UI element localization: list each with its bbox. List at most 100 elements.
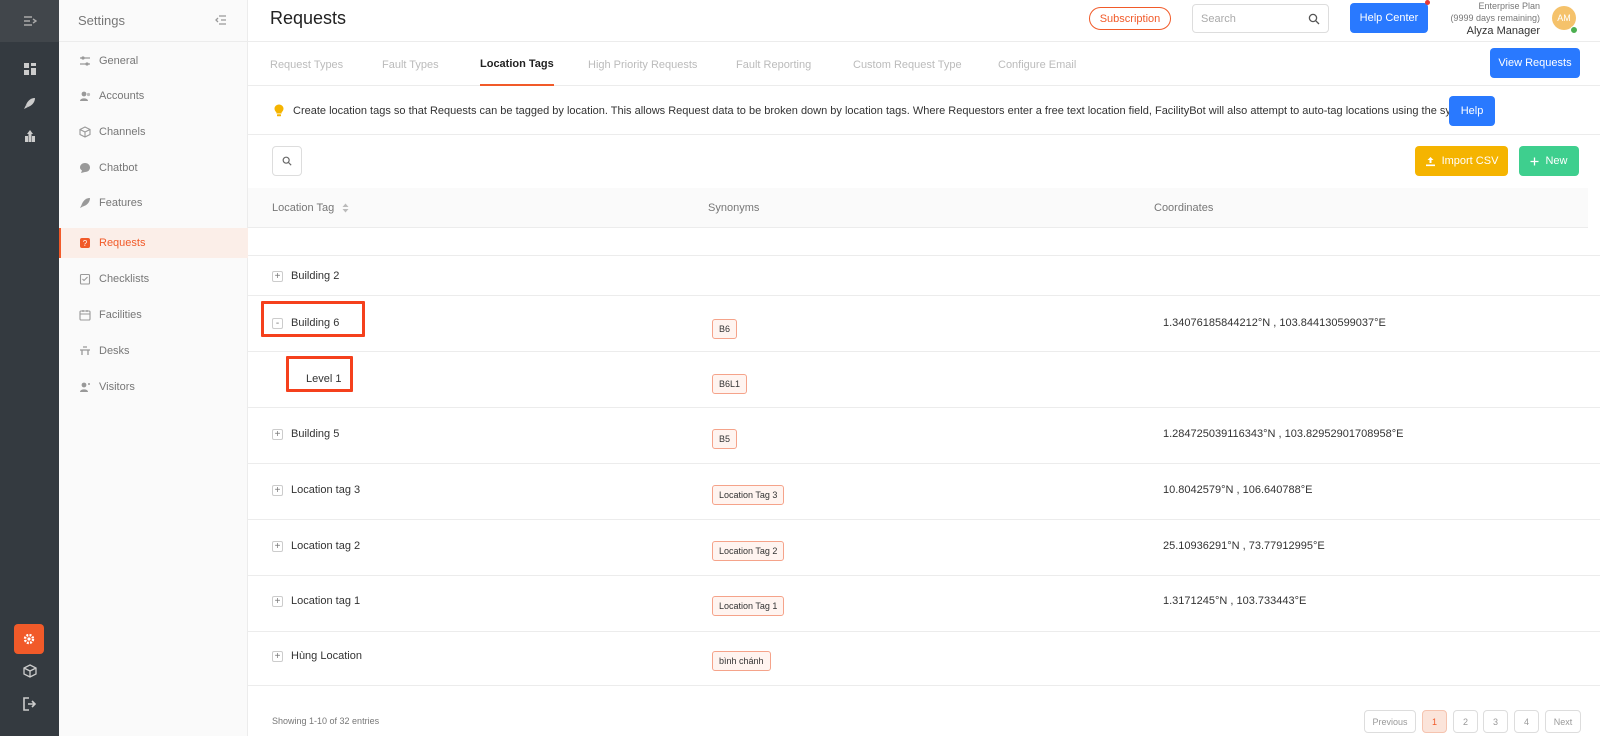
new-location-tag-button[interactable]: New: [1519, 146, 1579, 176]
sidebar-item-visitors[interactable]: Visitors: [59, 372, 248, 402]
search-icon: [282, 156, 292, 166]
sidebar-header: Settings: [59, 0, 247, 42]
location-tag-name: Location tag 1: [291, 595, 361, 607]
logout-icon: [22, 697, 36, 711]
tab-custom-request-type[interactable]: Custom Request Type: [853, 43, 962, 86]
upload-icon: [1425, 156, 1435, 166]
table-search-button[interactable]: [272, 146, 302, 176]
online-status-dot: [1570, 26, 1578, 34]
sidebar-item-chatbot[interactable]: Chatbot: [59, 153, 248, 183]
app-rail: [0, 0, 59, 736]
top-header: Requests Subscription Help Center Enterp…: [248, 0, 1600, 42]
help-button[interactable]: Help: [1449, 96, 1495, 126]
table-row[interactable]: + Hùng Location bình chánh: [248, 633, 1600, 686]
entries-count: Showing 1-10 of 32 entries: [272, 716, 380, 726]
synonym-tag: Location Tag 3: [712, 485, 785, 505]
rail-logout[interactable]: [0, 689, 59, 719]
sidebar-title: Settings: [78, 13, 125, 28]
tab-request-types[interactable]: Request Types: [270, 43, 343, 86]
view-requests-button[interactable]: View Requests: [1490, 48, 1580, 78]
import-csv-button[interactable]: Import CSV: [1415, 146, 1508, 176]
rail-settings[interactable]: [14, 624, 44, 654]
info-text: Create location tags so that Requests ca…: [293, 104, 1493, 117]
tab-high-priority-requests[interactable]: High Priority Requests: [588, 43, 697, 86]
new-label: New: [1545, 155, 1568, 167]
rail-dashboard[interactable]: [0, 54, 59, 84]
synonym-tag: B5: [712, 429, 738, 449]
sidebar-item-accounts[interactable]: Accounts: [59, 81, 248, 111]
settings-sidebar: Settings General Accounts Channels Chatb…: [59, 0, 248, 736]
highlight-box-building-6: [261, 301, 365, 337]
table-row[interactable]: + Location tag 2 Location Tag 2 25.10936…: [248, 521, 1600, 576]
sidebar-item-facilities[interactable]: Facilities: [59, 300, 248, 330]
highlight-box-level-1: [286, 356, 353, 392]
tab-configure-email[interactable]: Configure Email: [998, 43, 1076, 86]
table-row[interactable]: + Location tag 1 Location Tag 1 1.317124…: [248, 577, 1600, 632]
rail-packages[interactable]: [0, 656, 59, 686]
search-input[interactable]: [1201, 12, 1301, 25]
expand-row-icon[interactable]: +: [272, 270, 283, 282]
subscription-button[interactable]: Subscription: [1089, 7, 1171, 30]
expand-row-icon[interactable]: +: [272, 484, 283, 496]
synonym-tag: Location Tag 2: [712, 541, 785, 561]
pagination-page-1[interactable]: 1: [1422, 710, 1447, 733]
expand-row-icon[interactable]: +: [272, 428, 283, 440]
sort-icon[interactable]: [342, 203, 349, 213]
page-title: Requests: [270, 8, 347, 28]
lightbulb-icon: [274, 104, 286, 118]
coordinates-value: 1.34076185844212°N , 103.844130599037°E: [1163, 317, 1386, 329]
search-icon: [1308, 13, 1320, 24]
sidebar-item-general[interactable]: General: [59, 46, 248, 76]
request-icon: ?: [78, 237, 91, 250]
table-row[interactable]: + Location tag 3 Location Tag 3 10.80425…: [248, 465, 1600, 520]
table-row[interactable]: + Building 2: [248, 257, 1600, 296]
sidebar-item-features[interactable]: Features: [59, 188, 248, 218]
location-tag-name: Hùng Location: [291, 650, 362, 662]
synonym-tag: Location Tag 1: [712, 596, 785, 616]
expand-row-icon[interactable]: +: [272, 650, 283, 662]
location-tag-cell: + Location tag 3: [272, 484, 360, 496]
pagination-page-4[interactable]: 4: [1514, 710, 1539, 733]
pagination-page-2[interactable]: 2: [1453, 710, 1478, 733]
expand-row-icon[interactable]: +: [272, 540, 283, 552]
location-tag-name: Building 5: [291, 428, 340, 440]
table-spacer: [248, 229, 1600, 256]
sidebar-item-label: Visitors: [99, 381, 135, 393]
import-csv-label: Import CSV: [1441, 155, 1499, 167]
location-tag-cell: + Building 2: [272, 270, 339, 282]
dashboard-icon: [23, 63, 36, 75]
sidebar-item-channels[interactable]: Channels: [59, 117, 248, 147]
rocket-icon: [23, 98, 35, 109]
help-center-button[interactable]: Help Center: [1350, 3, 1428, 33]
cube-icon: [78, 126, 91, 139]
sidebar-item-checklists[interactable]: Checklists: [59, 264, 248, 294]
user-name[interactable]: Alyza Manager: [1440, 25, 1540, 37]
header-search[interactable]: [1192, 4, 1329, 33]
pagination-page-3[interactable]: 3: [1483, 710, 1508, 733]
rail-analytics[interactable]: [0, 121, 59, 151]
pagination-previous[interactable]: Previous: [1364, 710, 1416, 733]
table-row[interactable]: - Building 6 B6 1.34076185844212°N , 103…: [248, 297, 1600, 352]
expand-rail-button[interactable]: [0, 0, 59, 42]
location-tag-cell: + Building 5: [272, 428, 339, 440]
info-banner: Create location tags so that Requests ca…: [248, 87, 1600, 135]
collapse-sidebar-icon[interactable]: [215, 14, 227, 28]
coordinates-value: 1.284725039116343°N , 103.82952901708958…: [1163, 428, 1404, 440]
table-row[interactable]: Level 1 B6L1: [248, 353, 1600, 408]
column-location-tag[interactable]: Location Tag: [272, 188, 349, 228]
rocket-icon: [78, 197, 91, 210]
menu-expand-icon: [23, 16, 37, 26]
sidebar-item-desks[interactable]: Desks: [59, 336, 248, 366]
tab-fault-reporting[interactable]: Fault Reporting: [736, 43, 811, 86]
sidebar-item-requests[interactable]: ? Requests: [59, 228, 248, 258]
analytics-icon: [24, 130, 35, 142]
table-row[interactable]: + Building 5 B5 1.284725039116343°N , 10…: [248, 409, 1600, 464]
sidebar-item-label: Channels: [99, 126, 146, 138]
rail-requests[interactable]: [0, 88, 59, 118]
tab-fault-types[interactable]: Fault Types: [382, 43, 439, 86]
pagination-next[interactable]: Next: [1545, 710, 1581, 733]
plus-icon: [1530, 157, 1539, 165]
tab-location-tags[interactable]: Location Tags: [480, 43, 554, 86]
expand-row-icon[interactable]: +: [272, 595, 283, 607]
location-tag-name: Location tag 3: [291, 484, 361, 496]
